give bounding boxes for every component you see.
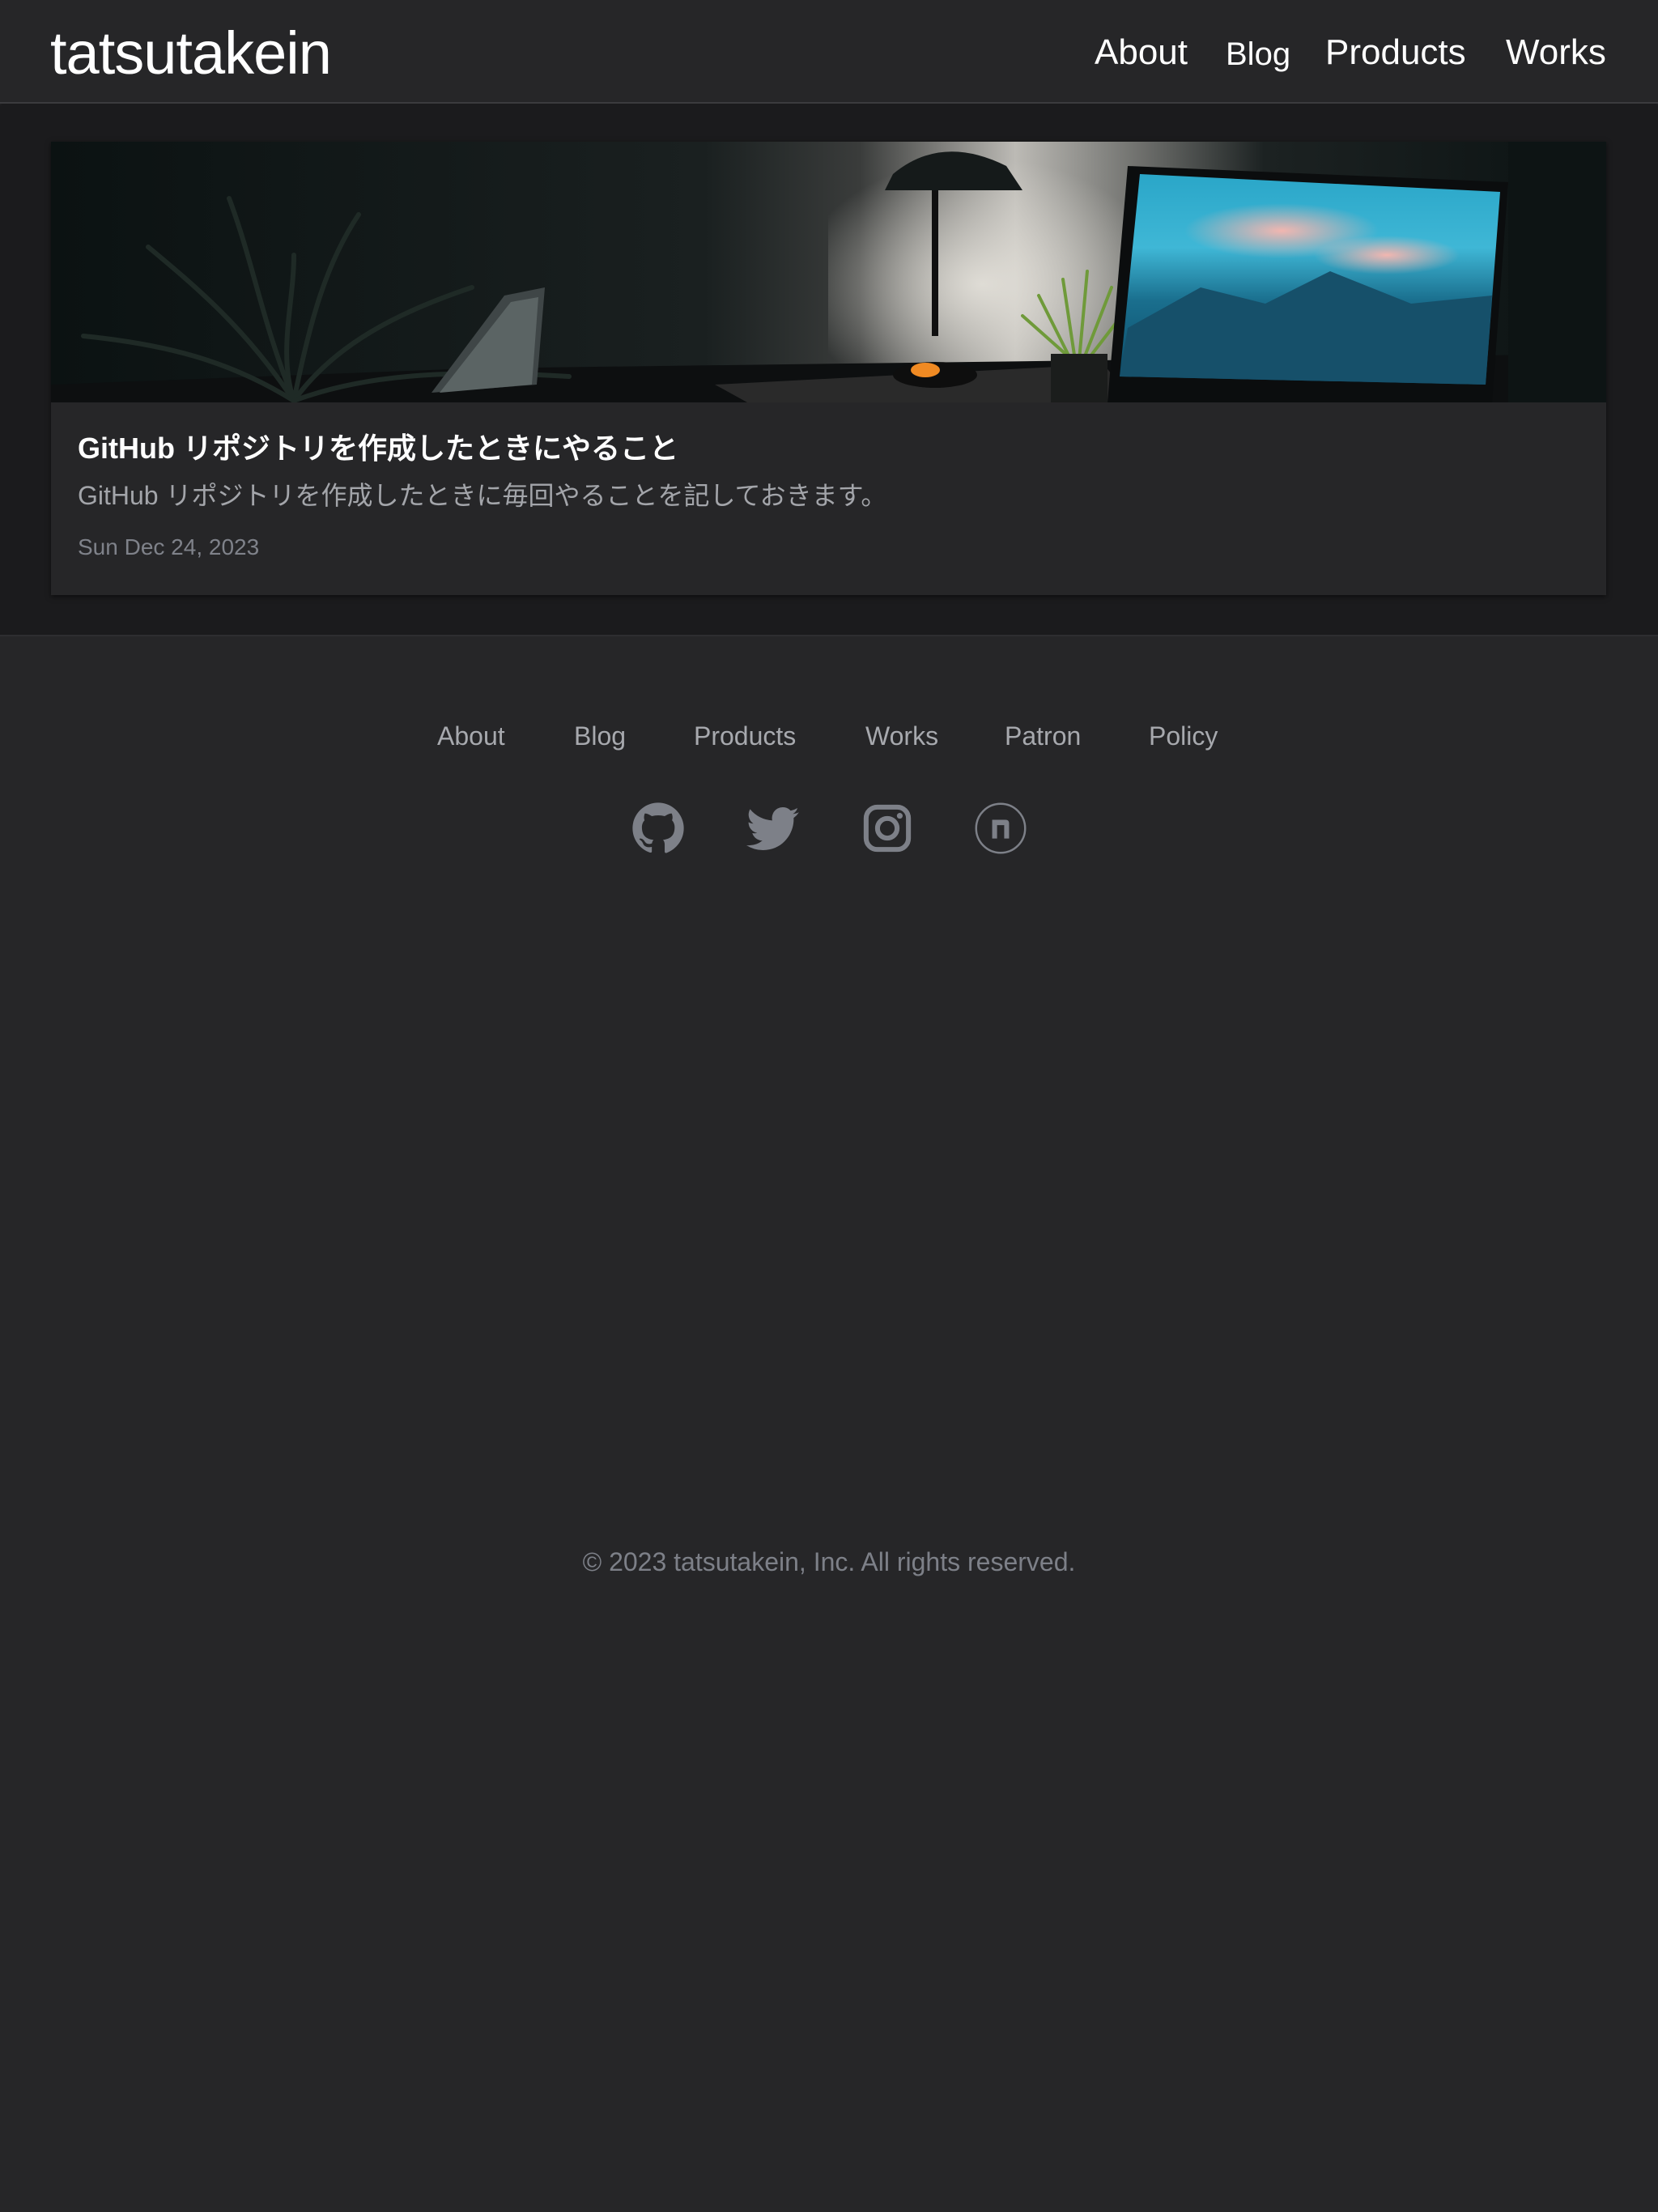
post-description: GitHub リポジトリを作成したときに毎回やることを記しておきます。 [78, 481, 887, 510]
footer-nav-policy[interactable]: Policy [1149, 717, 1218, 755]
site-footer: About Blog Products Works Patron Policy [0, 635, 1658, 2212]
footer-nav-works[interactable]: Works [865, 717, 938, 755]
post-date: Sun Dec 24, 2023 [78, 534, 260, 559]
twitter-link[interactable] [746, 802, 800, 855]
header-nav-works[interactable]: Works [1506, 29, 1606, 76]
post-hero-image [51, 142, 1606, 402]
footer-nav-about[interactable]: About [437, 717, 505, 755]
twitter-icon [746, 806, 799, 850]
main-content: GitHub リポジトリを作成したときにやること GitHub リポジトリを作成… [0, 105, 1658, 635]
github-icon [632, 802, 684, 853]
footer-nav-patron[interactable]: Patron [1005, 717, 1081, 755]
footer-nav-blog[interactable]: Blog [574, 717, 626, 755]
footer-nav: About Blog Products Works Patron Policy [0, 717, 1658, 758]
site-logo[interactable]: tatsutakein [50, 18, 332, 89]
header-nav-about[interactable]: About [1095, 29, 1188, 76]
copyright: © 2023 tatsutakein, Inc. All rights rese… [582, 1547, 1076, 1576]
post-card[interactable]: GitHub リポジトリを作成したときにやること GitHub リポジトリを作成… [51, 142, 1606, 595]
instagram-icon [863, 804, 912, 853]
site-header: tatsutakein About Blog Products Works [0, 0, 1658, 104]
note-icon [975, 802, 1027, 854]
post-title: GitHub リポジトリを作成したときにやること [78, 432, 678, 465]
github-link[interactable] [631, 802, 685, 855]
instagram-link[interactable] [861, 802, 914, 855]
footer-nav-products[interactable]: Products [694, 717, 796, 755]
header-nav-products[interactable]: Products [1325, 29, 1466, 76]
header-nav-blog[interactable]: Blog [1226, 31, 1290, 78]
note-link[interactable] [974, 802, 1027, 855]
